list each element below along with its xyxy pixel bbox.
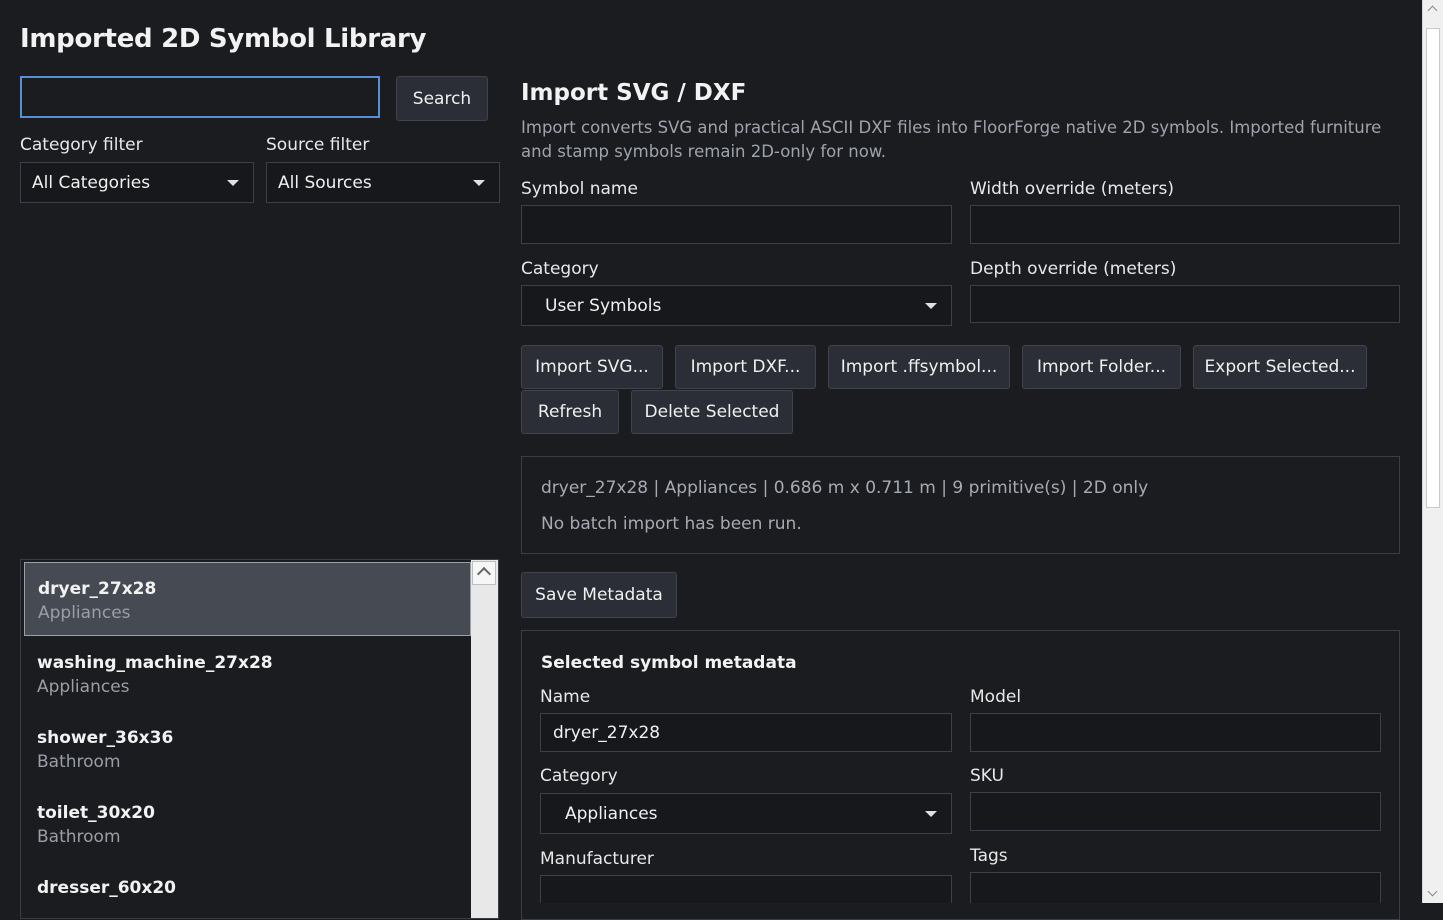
- list-scrollbar[interactable]: [471, 560, 498, 918]
- scrollbar-thumb[interactable]: [1426, 28, 1440, 508]
- search-input[interactable]: [20, 76, 380, 118]
- list-item-name: dryer_27x28: [38, 579, 157, 599]
- manufacturer-field[interactable]: [540, 875, 952, 903]
- metadata-title: Selected symbol metadata: [541, 653, 797, 673]
- refresh-button[interactable]: Refresh: [521, 390, 619, 434]
- delete-selected-button[interactable]: Delete Selected: [631, 390, 793, 434]
- model-label: Model: [970, 687, 1022, 707]
- status-summary: dryer_27x28 | Appliances | 0.686 m x 0.7…: [541, 478, 1149, 498]
- list-item[interactable]: washing_machine_27x28 Appliances: [24, 637, 471, 711]
- model-field[interactable]: [970, 713, 1381, 752]
- chevron-down-icon[interactable]: [1423, 885, 1443, 903]
- sku-field[interactable]: [970, 792, 1381, 831]
- list-item[interactable]: toilet_30x20 Bathroom: [24, 787, 471, 861]
- import-svg-button[interactable]: Import SVG...: [521, 345, 663, 389]
- category-value: User Symbols: [545, 295, 662, 316]
- name-label: Name: [540, 687, 591, 707]
- chevron-down-icon: [925, 810, 937, 817]
- metadata-category-label: Category: [540, 766, 618, 786]
- sku-label: SKU: [970, 766, 1004, 786]
- category-filter-value: All Categories: [32, 172, 151, 193]
- category-select[interactable]: User Symbols: [521, 285, 952, 326]
- width-override-label: Width override (meters): [970, 179, 1175, 199]
- list-item-category: Bathroom: [37, 752, 121, 772]
- category-filter-label: Category filter: [20, 135, 143, 155]
- page-scrollbar[interactable]: [1422, 0, 1443, 903]
- list-item-name: toilet_30x20: [37, 803, 155, 823]
- page-title: Imported 2D Symbol Library: [20, 24, 427, 54]
- chevron-down-icon: [227, 179, 239, 186]
- list-item-category: Bathroom: [37, 827, 121, 847]
- list-item[interactable]: shower_36x36 Bathroom: [24, 712, 471, 786]
- metadata-category-value: Appliances: [565, 803, 658, 824]
- import-ffsymbol-button[interactable]: Import .ffsymbol...: [828, 345, 1010, 389]
- import-heading: Import SVG / DXF: [521, 80, 747, 106]
- list-item-category: Appliances: [37, 677, 130, 697]
- import-description: Import converts SVG and practical ASCII …: [521, 118, 1382, 161]
- chevron-up-icon[interactable]: [472, 561, 496, 585]
- tags-field[interactable]: [970, 872, 1381, 903]
- tags-label: Tags: [970, 846, 1008, 866]
- list-item-name: washing_machine_27x28: [37, 653, 273, 673]
- source-filter-value: All Sources: [278, 172, 372, 193]
- import-dxf-button[interactable]: Import DXF...: [675, 345, 816, 389]
- list-item[interactable]: dresser_60x20: [24, 862, 471, 918]
- width-override-input[interactable]: [970, 205, 1400, 244]
- chevron-up-icon[interactable]: [1423, 0, 1443, 18]
- source-filter-label: Source filter: [266, 135, 370, 155]
- batch-status: No batch import has been run.: [541, 514, 802, 534]
- source-filter-select[interactable]: All Sources: [266, 162, 500, 203]
- search-button[interactable]: Search: [396, 76, 488, 121]
- depth-override-input[interactable]: [970, 285, 1400, 323]
- chevron-down-icon: [473, 179, 485, 186]
- status-panel: dryer_27x28 | Appliances | 0.686 m x 0.7…: [521, 456, 1400, 554]
- depth-override-label: Depth override (meters): [970, 259, 1177, 279]
- import-folder-button[interactable]: Import Folder...: [1022, 345, 1181, 389]
- name-field[interactable]: dryer_27x28: [540, 713, 952, 752]
- category-label: Category: [521, 259, 599, 279]
- save-metadata-button[interactable]: Save Metadata: [521, 572, 677, 618]
- category-filter-select[interactable]: All Categories: [20, 162, 254, 203]
- metadata-category-select[interactable]: Appliances: [540, 793, 952, 834]
- list-item-name: shower_36x36: [37, 728, 174, 748]
- symbol-list[interactable]: dryer_27x28 Appliances washing_machine_2…: [20, 559, 499, 919]
- list-item-category: Appliances: [38, 603, 131, 623]
- export-selected-button[interactable]: Export Selected...: [1193, 345, 1367, 389]
- manufacturer-label: Manufacturer: [540, 849, 654, 869]
- symbol-name-input[interactable]: [521, 205, 952, 244]
- list-item[interactable]: dryer_27x28 Appliances: [24, 562, 471, 636]
- symbol-name-label: Symbol name: [521, 179, 638, 199]
- name-value: dryer_27x28: [553, 722, 661, 743]
- chevron-down-icon: [925, 302, 937, 309]
- list-item-name: dresser_60x20: [37, 878, 177, 898]
